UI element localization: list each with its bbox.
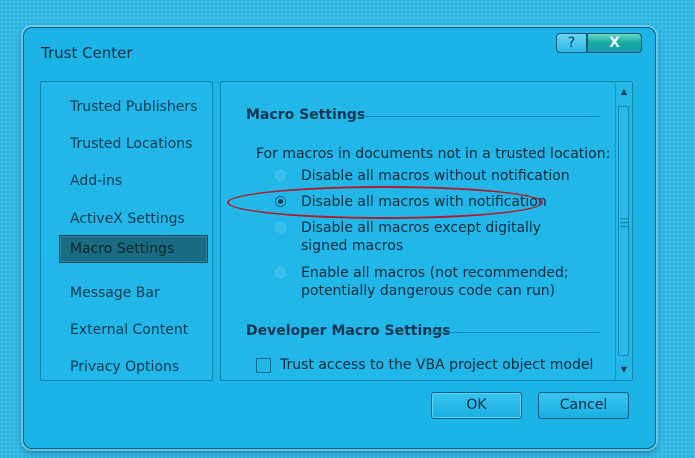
vba-access-checkbox[interactable] <box>256 358 271 373</box>
nav-item-activex-settings[interactable]: ActiveX Settings <box>41 206 212 234</box>
trust-center-dialog: Trust Center ? X Trusted Publishers Trus… <box>23 27 656 449</box>
highlight-ellipse <box>227 186 543 219</box>
vertical-scrollbar[interactable]: ▲ — — — ▼ <box>615 82 632 380</box>
section-divider <box>361 116 600 117</box>
radio-button[interactable] <box>275 222 286 233</box>
nav-item-label: Message Bar <box>70 285 160 301</box>
radio-label: Disable all macros except digitally sign… <box>301 220 542 254</box>
cancel-button[interactable]: Cancel <box>538 392 629 419</box>
nav-item-macro-settings[interactable]: Macro Settings <box>59 235 208 263</box>
help-button[interactable]: ? <box>556 33 587 53</box>
radio-button[interactable] <box>275 170 286 181</box>
nav-item-message-bar[interactable]: Message Bar <box>41 280 212 308</box>
scroll-down-arrow-icon[interactable]: ▼ <box>616 362 632 378</box>
category-list: Trusted Publishers Trusted Locations Add… <box>40 81 213 381</box>
dialog-title: Trust Center <box>41 44 133 62</box>
nav-item-label: External Content <box>70 322 189 338</box>
close-button[interactable]: X <box>587 33 642 53</box>
section-divider <box>426 332 600 333</box>
nav-item-privacy-options[interactable]: Privacy Options <box>41 354 212 382</box>
radio-button[interactable] <box>275 267 286 278</box>
settings-panel: Macro Settings For macros in documents n… <box>220 81 633 381</box>
nav-item-label: Macro Settings <box>70 241 175 257</box>
nav-item-add-ins[interactable]: Add-ins <box>41 168 212 196</box>
nav-item-label: Privacy Options <box>70 359 180 375</box>
title-bar: Trust Center ? X <box>24 28 655 76</box>
grip-icon: — — — <box>620 214 629 232</box>
help-icon: ? <box>567 35 576 51</box>
close-icon: X <box>609 35 620 51</box>
radio-label: Disable all macros without notification <box>301 168 570 184</box>
developer-settings-heading: Developer Macro Settings <box>246 323 451 339</box>
nav-item-trusted-locations[interactable]: Trusted Locations <box>41 131 212 159</box>
vba-access-label: Trust access to the VBA project object m… <box>280 357 594 373</box>
nav-item-external-content[interactable]: External Content <box>41 317 212 345</box>
scroll-up-arrow-icon[interactable]: ▲ <box>616 84 632 100</box>
ok-button[interactable]: OK <box>431 392 522 419</box>
nav-item-trusted-publishers[interactable]: Trusted Publishers <box>41 94 212 122</box>
nav-item-label: Add-ins <box>70 173 123 189</box>
macro-settings-heading: Macro Settings <box>246 107 366 123</box>
radio-label: Enable all macros (not recommended; pote… <box>301 265 569 299</box>
nav-item-label: ActiveX Settings <box>70 211 185 227</box>
macro-intro-text: For macros in documents not in a trusted… <box>256 146 611 162</box>
scroll-thumb[interactable]: — — — <box>618 106 629 356</box>
nav-item-label: Trusted Publishers <box>70 99 198 115</box>
nav-item-label: Trusted Locations <box>70 136 193 152</box>
